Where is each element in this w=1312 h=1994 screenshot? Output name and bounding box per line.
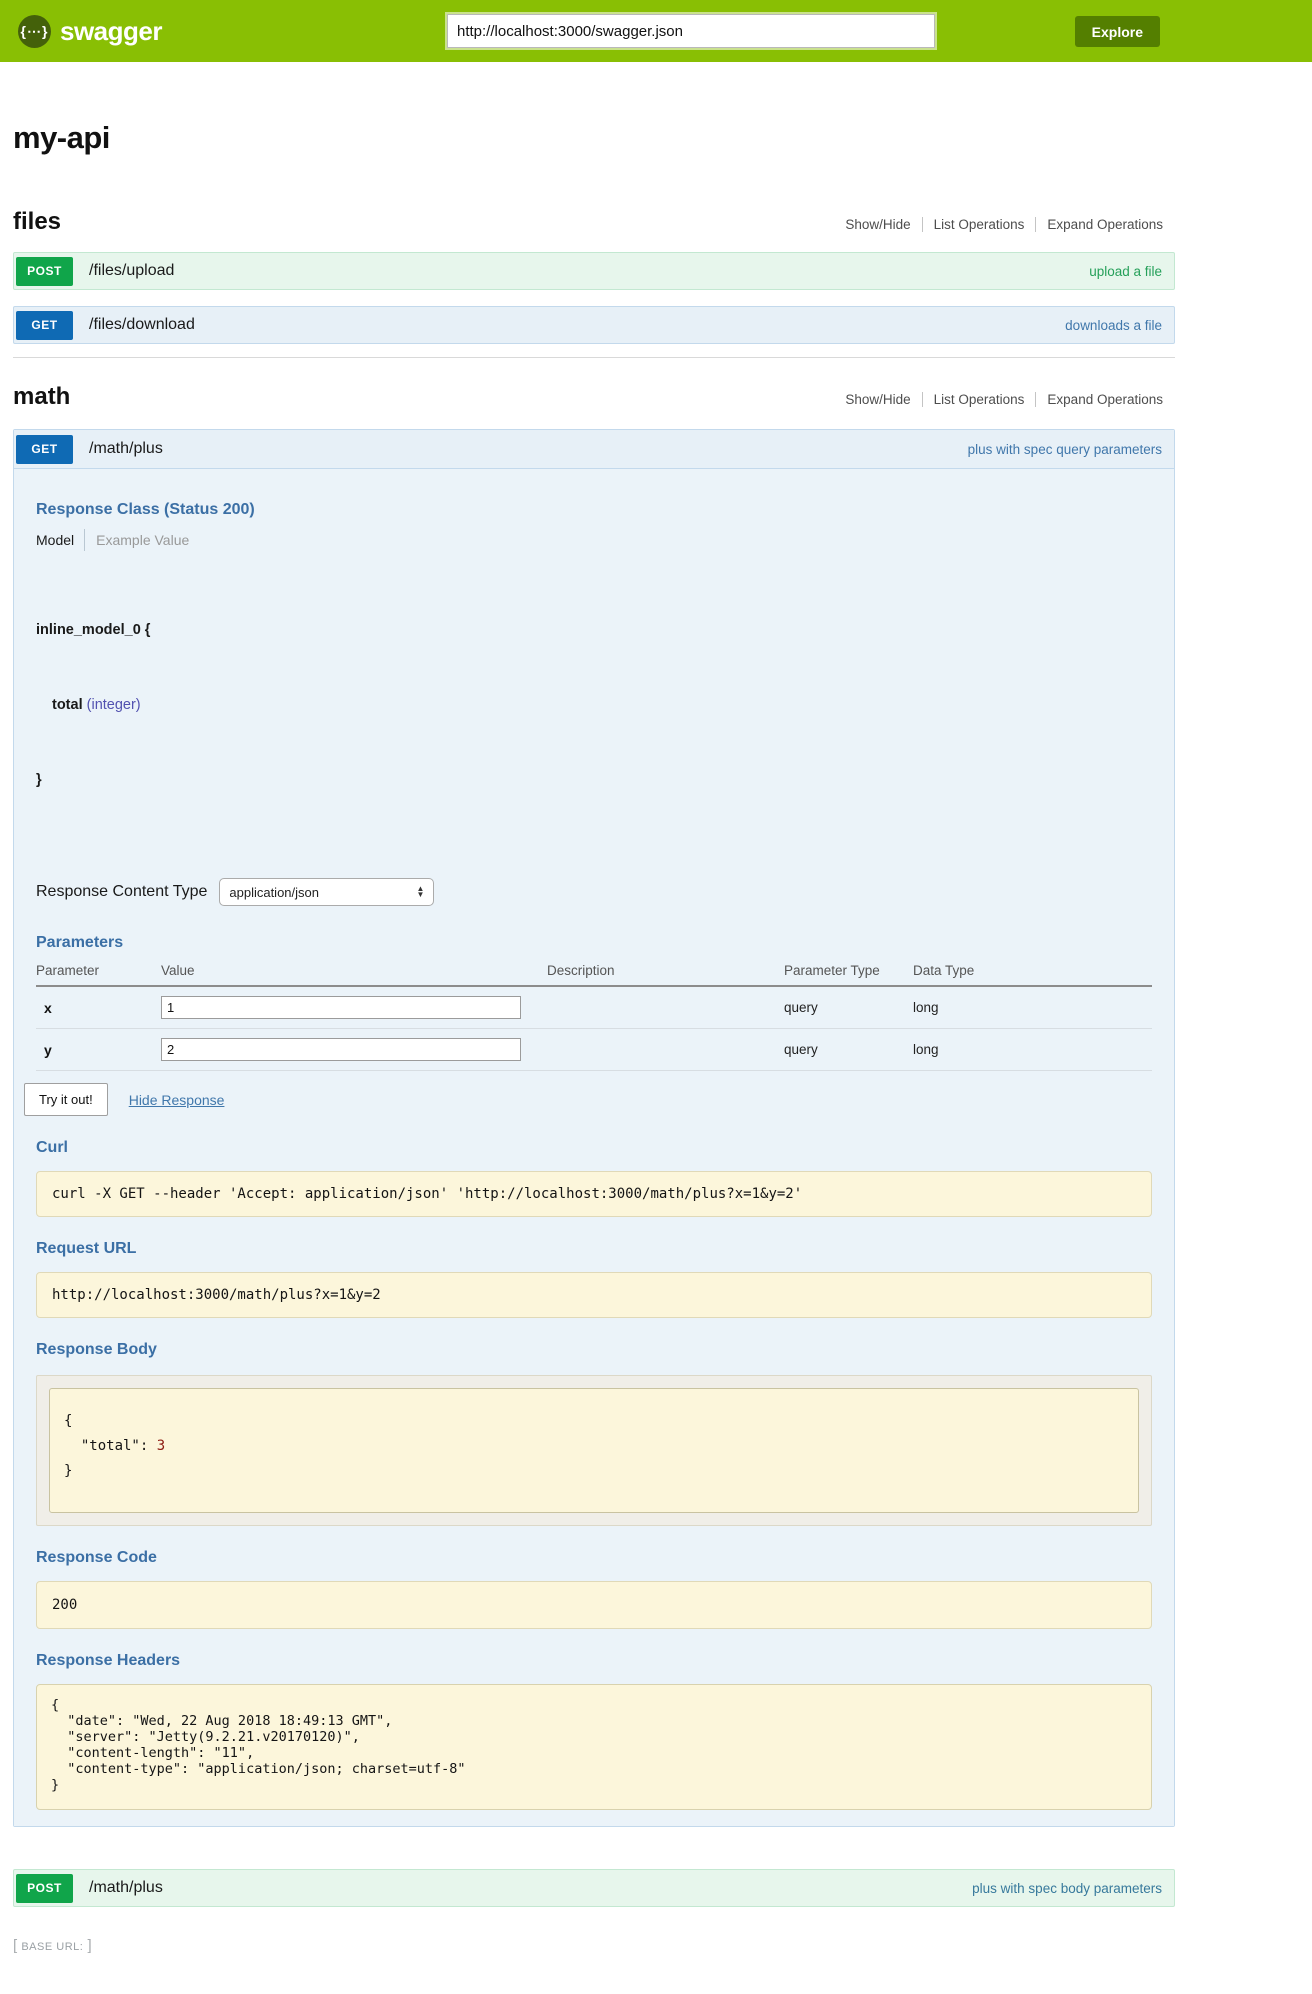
operation-row-post-math-plus[interactable]: POST /math/plus plus with spec body para… (13, 1869, 1175, 1907)
column-header-description: Description (547, 954, 784, 986)
show-hide-link[interactable]: Show/Hide (834, 392, 921, 407)
select-arrows-icon: ▲▼ (416, 886, 424, 898)
parameter-row-y: y query long (36, 1029, 1152, 1071)
parameter-y-input[interactable] (161, 1038, 521, 1061)
section-files: files Show/Hide List Operations Expand O… (13, 208, 1175, 344)
section-title-files: files (13, 208, 61, 236)
curl-heading: Curl (36, 1139, 1152, 1157)
parameter-description (547, 986, 784, 1029)
response-body-container: { "total": 3 } (36, 1375, 1152, 1526)
request-url-heading: Request URL (36, 1240, 1152, 1258)
tab-model[interactable]: Model (36, 532, 74, 548)
explore-button[interactable]: Explore (1075, 16, 1160, 47)
hide-response-link[interactable]: Hide Response (129, 1092, 225, 1108)
section-title-math: math (13, 383, 70, 411)
post-method-badge: POST (16, 1874, 73, 1903)
expand-operations-link[interactable]: Expand Operations (1035, 392, 1175, 407)
swagger-logo-icon: {⋯} (18, 15, 51, 48)
operation-path[interactable]: /math/plus (89, 1879, 163, 1897)
response-content-type-row: Response Content Type application/json ▲… (36, 878, 1152, 906)
operation-summary[interactable]: upload a file (1089, 264, 1162, 279)
parameter-description (547, 1029, 784, 1071)
parameter-name: x (36, 986, 161, 1029)
selected-content-type: application/json (229, 885, 319, 900)
column-header-data-type: Data Type (913, 954, 1152, 986)
request-url-value: http://localhost:3000/math/plus?x=1&y=2 (36, 1272, 1152, 1318)
try-it-out-button[interactable]: Try it out! (24, 1083, 108, 1116)
response-body-json: { "total": 3 } (49, 1388, 1139, 1513)
operation-summary[interactable]: plus with spec body parameters (972, 1881, 1162, 1896)
response-content-type-label: Response Content Type (36, 883, 207, 901)
response-body-heading: Response Body (36, 1341, 1152, 1359)
operation-path[interactable]: /math/plus (89, 440, 163, 458)
parameters-table: Parameter Value Description Parameter Ty… (36, 954, 1152, 1071)
column-header-value: Value (161, 954, 547, 986)
header-bar: {⋯} swagger Explore (0, 0, 1312, 62)
section-divider (13, 357, 1175, 358)
post-method-badge: POST (16, 257, 73, 286)
list-operations-link[interactable]: List Operations (922, 392, 1036, 407)
operation-path[interactable]: /files/upload (89, 262, 174, 280)
tab-example-value[interactable]: Example Value (84, 529, 189, 551)
response-content-type-select[interactable]: application/json ▲▼ (219, 878, 434, 906)
operation-summary[interactable]: downloads a file (1065, 318, 1162, 333)
parameter-row-x: x query long (36, 986, 1152, 1029)
column-header-parameter-type: Parameter Type (784, 954, 913, 986)
page-title: my-api (13, 120, 1175, 156)
sandbox-actions: Try it out! Hide Response (24, 1083, 1152, 1116)
swagger-logo[interactable]: {⋯} swagger (18, 15, 162, 48)
operation-summary[interactable]: plus with spec query parameters (968, 442, 1162, 457)
response-code-value: 200 (36, 1581, 1152, 1629)
parameter-name: y (36, 1029, 161, 1071)
column-header-parameter: Parameter (36, 954, 161, 986)
section-links: Show/Hide List Operations Expand Operati… (834, 217, 1175, 232)
get-method-badge: GET (16, 311, 73, 340)
list-operations-link[interactable]: List Operations (922, 217, 1036, 232)
section-links: Show/Hide List Operations Expand Operati… (834, 392, 1175, 407)
operation-block-get-math-plus: GET /math/plus plus with spec query para… (13, 429, 1175, 1827)
parameter-type: query (784, 1029, 913, 1071)
curl-command: curl -X GET --header 'Accept: applicatio… (36, 1171, 1152, 1217)
operation-row-get-files-download[interactable]: GET /files/download downloads a file (13, 306, 1175, 344)
model-tabs: Model Example Value (36, 529, 1152, 551)
base-url-footer: [ BASE URL: ] (13, 1937, 1175, 1994)
operation-row-get-math-plus[interactable]: GET /math/plus plus with spec query para… (14, 430, 1174, 468)
operation-path[interactable]: /files/download (89, 316, 195, 334)
swagger-url-input[interactable] (447, 14, 935, 48)
swagger-logo-text: swagger (60, 16, 162, 47)
response-headers-json: { "date": "Wed, 22 Aug 2018 18:49:13 GMT… (36, 1684, 1152, 1810)
parameter-type: query (784, 986, 913, 1029)
response-code-heading: Response Code (36, 1549, 1152, 1567)
parameter-data-type: long (913, 986, 1152, 1029)
parameter-data-type: long (913, 1029, 1152, 1071)
response-headers-heading: Response Headers (36, 1652, 1152, 1670)
response-class-heading: Response Class (Status 200) (36, 501, 1152, 519)
parameters-heading: Parameters (36, 934, 1152, 952)
model-signature: inline_model_0 { total (integer) } (36, 568, 1152, 843)
operation-row-post-files-upload[interactable]: POST /files/upload upload a file (13, 252, 1175, 290)
expand-operations-link[interactable]: Expand Operations (1035, 217, 1175, 232)
operation-detail-panel: Response Class (Status 200) Model Exampl… (14, 468, 1174, 1826)
parameter-x-input[interactable] (161, 996, 521, 1019)
base-url-label: BASE URL: (21, 1941, 83, 1953)
show-hide-link[interactable]: Show/Hide (834, 217, 921, 232)
get-method-badge: GET (16, 435, 73, 464)
section-math: math Show/Hide List Operations Expand Op… (13, 383, 1175, 1907)
